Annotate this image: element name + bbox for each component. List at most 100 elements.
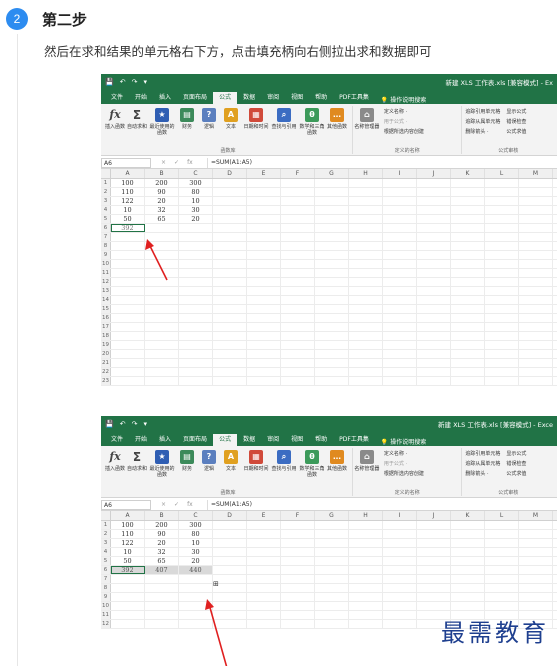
cell[interactable]: 300 <box>179 179 213 187</box>
cell[interactable] <box>145 602 179 610</box>
cell[interactable] <box>247 332 281 340</box>
cell[interactable] <box>111 584 145 592</box>
cell[interactable] <box>315 323 349 331</box>
cell[interactable] <box>247 233 281 241</box>
cell[interactable] <box>281 575 315 583</box>
cell[interactable]: 100 <box>111 179 145 187</box>
tab-page-layout[interactable]: 页面布局 <box>177 434 213 446</box>
cell[interactable] <box>383 260 417 268</box>
cell[interactable] <box>145 296 179 304</box>
cell[interactable] <box>213 539 247 547</box>
row-header[interactable]: 10 <box>101 602 111 610</box>
cell[interactable] <box>519 548 553 556</box>
tab-page-layout[interactable]: 页面布局 <box>177 92 213 104</box>
cell[interactable] <box>247 188 281 196</box>
cell[interactable] <box>485 557 519 565</box>
name-box[interactable]: A6 <box>101 499 151 510</box>
cell[interactable] <box>349 314 383 322</box>
cell[interactable] <box>281 242 315 250</box>
cell[interactable] <box>315 548 349 556</box>
cell[interactable] <box>247 269 281 277</box>
cell[interactable] <box>213 251 247 259</box>
cell[interactable] <box>111 251 145 259</box>
column-header[interactable]: H <box>349 511 383 520</box>
cell[interactable] <box>519 530 553 538</box>
cell[interactable] <box>417 215 451 223</box>
cell[interactable] <box>417 368 451 376</box>
cell[interactable] <box>315 188 349 196</box>
cell[interactable] <box>281 611 315 619</box>
cell[interactable] <box>383 242 417 250</box>
cell[interactable] <box>417 197 451 205</box>
cell[interactable] <box>213 242 247 250</box>
cell[interactable] <box>281 341 315 349</box>
cell[interactable] <box>485 368 519 376</box>
cell[interactable] <box>281 350 315 358</box>
remove-arrows-button[interactable]: 删除箭头 · <box>465 128 500 135</box>
cell[interactable] <box>349 377 383 385</box>
column-header[interactable]: B <box>145 511 179 520</box>
cell[interactable] <box>179 584 213 592</box>
cell[interactable] <box>111 602 145 610</box>
cell[interactable] <box>213 566 247 574</box>
cell[interactable] <box>179 287 213 295</box>
column-header[interactable]: A <box>111 511 145 520</box>
cell[interactable] <box>485 566 519 574</box>
cell[interactable]: 100 <box>111 521 145 529</box>
cell[interactable] <box>247 278 281 286</box>
cell[interactable] <box>349 620 383 628</box>
cell[interactable] <box>519 350 553 358</box>
cell[interactable] <box>349 332 383 340</box>
tab-insert[interactable]: 插入 <box>153 434 177 446</box>
cell[interactable] <box>213 350 247 358</box>
cell[interactable] <box>281 224 315 232</box>
use-in-formula-button[interactable]: 用于公式 · <box>384 118 424 125</box>
cell[interactable] <box>417 548 451 556</box>
cell[interactable] <box>315 260 349 268</box>
cell[interactable]: 50 <box>111 557 145 565</box>
cell[interactable] <box>179 260 213 268</box>
cell[interactable] <box>281 278 315 286</box>
cell[interactable] <box>315 602 349 610</box>
cell[interactable] <box>383 593 417 601</box>
cell[interactable] <box>451 323 485 331</box>
row-header[interactable]: 16 <box>101 314 111 322</box>
row-header[interactable]: 19 <box>101 341 111 349</box>
cell[interactable] <box>349 557 383 565</box>
cell[interactable] <box>179 323 213 331</box>
row-header[interactable]: 12 <box>101 620 111 628</box>
row-header[interactable]: 9 <box>101 251 111 259</box>
row-header[interactable]: 11 <box>101 269 111 277</box>
row-header[interactable]: 20 <box>101 350 111 358</box>
cell[interactable] <box>349 305 383 313</box>
cell[interactable] <box>383 557 417 565</box>
cell[interactable] <box>247 521 281 529</box>
cell[interactable] <box>213 359 247 367</box>
cell[interactable] <box>383 602 417 610</box>
cell[interactable] <box>213 215 247 223</box>
cell[interactable] <box>315 611 349 619</box>
cell[interactable] <box>519 323 553 331</box>
cell[interactable] <box>451 602 485 610</box>
cell[interactable] <box>111 341 145 349</box>
cell[interactable] <box>179 575 213 583</box>
row-header[interactable]: 13 <box>101 287 111 295</box>
cell[interactable] <box>417 269 451 277</box>
column-header[interactable]: F <box>281 169 315 178</box>
cell[interactable] <box>383 206 417 214</box>
tab-file[interactable]: 文件 <box>105 92 129 104</box>
cell[interactable] <box>145 575 179 583</box>
cell[interactable] <box>213 341 247 349</box>
trace-precedents-button[interactable]: 追踪引用单元格 <box>465 108 500 115</box>
cell[interactable] <box>281 314 315 322</box>
cell[interactable] <box>213 332 247 340</box>
column-header[interactable]: E <box>247 169 281 178</box>
cell[interactable] <box>111 620 145 628</box>
cell[interactable] <box>179 350 213 358</box>
cell[interactable] <box>213 188 247 196</box>
cell[interactable] <box>519 296 553 304</box>
cell[interactable] <box>111 359 145 367</box>
cell[interactable]: 30 <box>179 206 213 214</box>
cell[interactable] <box>213 368 247 376</box>
cell[interactable] <box>111 296 145 304</box>
